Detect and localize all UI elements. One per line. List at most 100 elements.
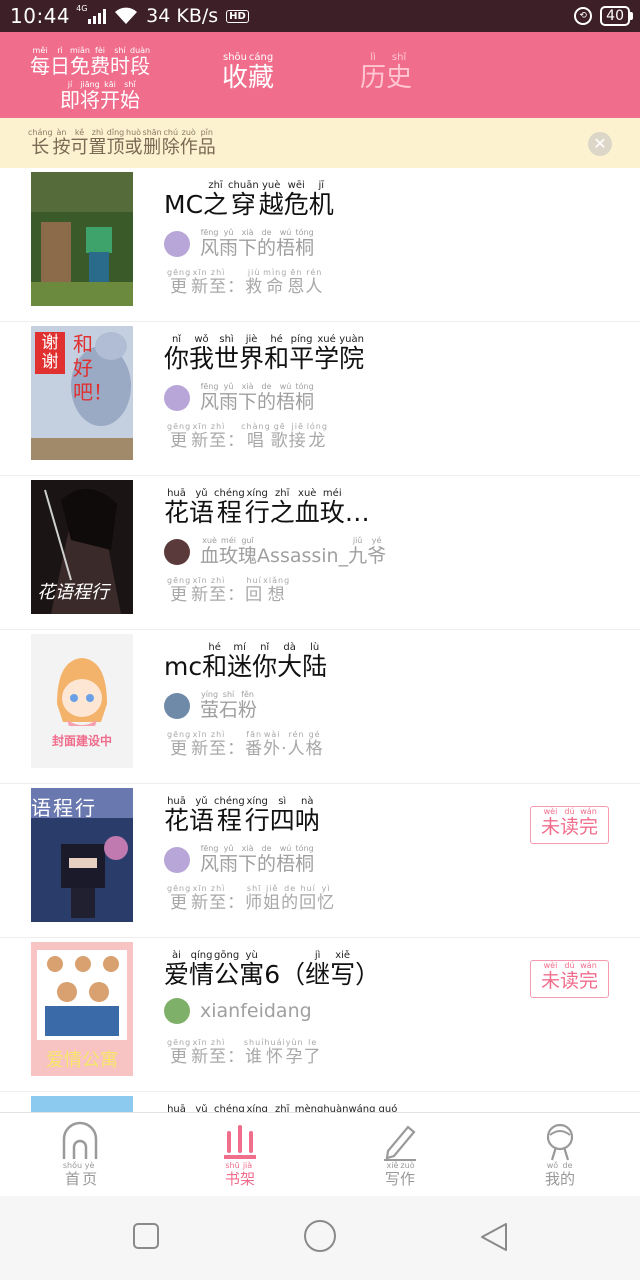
tab-label-char: 将jiāng xyxy=(80,80,100,112)
unread-badge: 未wèi读dú完wán xyxy=(530,806,609,844)
book-title[interactable]: MC之zhī穿chuān越yuè危wēi机jī xyxy=(164,180,334,221)
latest-chapter: 更gēng新xīn至zhì：回huí想xiǎng xyxy=(167,576,290,605)
text-segment: mc xyxy=(164,652,203,681)
title-char: 之zhī xyxy=(269,488,295,527)
unread-char: 未wèi xyxy=(540,961,560,992)
nav-bookshelf[interactable]: 书shū架jià xyxy=(200,1121,280,1189)
book-title[interactable]: 花huā语yǔ程chéng行xíng之zhī梦mèng幻huàn王wáng国gu… xyxy=(164,1104,401,1112)
author-char: 桐tóng xyxy=(295,844,315,875)
title-char: 呐nà xyxy=(294,796,320,835)
back-button[interactable] xyxy=(480,1222,508,1252)
tab-free-period[interactable]: 每měi日rì免miǎn费fèi时shí段duàn 即jí将jiāng开kāi始… xyxy=(30,46,190,114)
unread-char: 读dú xyxy=(559,807,579,838)
book-title[interactable]: 你nǐ我wǒ世shì界jiè和hé平píng学xué院yuàn xyxy=(164,334,364,375)
update-char: 至zhì xyxy=(209,576,228,605)
title-char: 陆lù xyxy=(302,642,328,681)
author-char: 石shí xyxy=(219,690,239,721)
tab-label-char: 开kāi xyxy=(100,80,120,112)
book-author: 风fēng雨yǔ下xià的de梧wú桐tóng xyxy=(164,228,314,260)
book-title[interactable]: 花huā语yǔ程chéng行xíng四sì呐nà xyxy=(164,796,320,837)
bottom-nav: 首shǒu页yè 书shū架jià 写xiě作zuò 我wǒ的de xyxy=(0,1112,640,1196)
latest-chapter: 更gēng新xīn至zhì：救jiù命mìng恩ēn人rén xyxy=(167,268,323,297)
status-bar: 10:44 4G 34 KB/s HD ⟲ 40 xyxy=(0,0,640,32)
book-title[interactable]: 爱ài情qíng公gōng寓yù6（继jì写xiě） xyxy=(164,950,380,991)
author-name: 血xuè玫méi瑰guīAssassin_九jiǔ爷yé xyxy=(200,536,386,568)
latest-chapter: 更gēng新xīn至zhì：谁shuí怀huái孕yùn了le xyxy=(167,1038,322,1067)
update-char: 姐jiě xyxy=(263,884,282,913)
update-char: 师shī xyxy=(245,884,264,913)
update-char: 外wài xyxy=(263,730,282,759)
close-icon[interactable]: ✕ xyxy=(588,132,612,156)
book-item[interactable]: 语程行 花huā语yǔ程chéng行xíng四sì呐nà 风fēng雨yǔ下xià的… xyxy=(0,784,640,938)
text-segment: ： xyxy=(227,1047,246,1067)
title-char: 界jiè xyxy=(239,334,265,373)
tab-history[interactable]: 历lì史shǐ xyxy=(360,52,412,94)
book-cover[interactable]: 花语程行 xyxy=(31,480,133,614)
title-char: 血xuè xyxy=(294,488,320,527)
unread-char: 完wán xyxy=(579,807,599,838)
nav-label-char: 的de xyxy=(560,1161,576,1188)
text-segment: xianfeidang xyxy=(200,1000,312,1022)
nav-profile[interactable]: 我wǒ的de xyxy=(520,1121,600,1189)
update-char: 番fān xyxy=(245,730,264,759)
text-segment: ： xyxy=(227,585,246,605)
book-item[interactable]: 爱情公寓 爱ài情qíng公gōng寓yù6（继jì写xiě） xianfeidan… xyxy=(0,938,640,1092)
title-char: 语yǔ xyxy=(189,796,215,835)
nav-label-char: 写xiě xyxy=(384,1161,400,1188)
author-char: 桐tóng xyxy=(295,228,315,259)
update-char: 更gēng xyxy=(167,576,192,605)
title-char: 和hé xyxy=(264,334,290,373)
tip-char: 除chú xyxy=(161,127,180,158)
author-char: 爷yé xyxy=(367,536,387,567)
nav-label: 首shǒu页yè xyxy=(40,1161,120,1189)
home-icon xyxy=(40,1121,120,1161)
book-item[interactable]: 花huā语yǔ程chéng行xíng之zhī梦mèng幻huàn王wáng国gu… xyxy=(0,1092,640,1112)
author-char: 梧wú xyxy=(276,228,296,259)
tip-char: 可kě xyxy=(70,127,89,158)
cover-text: 语程行 xyxy=(31,796,97,820)
tab-label-char: 每měi xyxy=(30,46,50,78)
tip-char: 按àn xyxy=(52,127,71,158)
book-cover[interactable] xyxy=(31,172,133,306)
avatar xyxy=(164,539,190,565)
update-char: 回huí xyxy=(299,884,318,913)
update-char: 怀huái xyxy=(264,1038,286,1067)
title-char: 和hé xyxy=(202,642,228,681)
nav-write[interactable]: 写xiě作zuò xyxy=(360,1121,440,1189)
book-cover[interactable] xyxy=(31,1096,133,1112)
text-segment: MC xyxy=(164,190,204,219)
update-char: 人rén xyxy=(287,730,306,759)
pen-icon xyxy=(360,1121,440,1161)
update-char: 了le xyxy=(303,1038,322,1067)
title-char: 爱ài xyxy=(164,950,190,989)
text-segment: （ xyxy=(280,960,306,989)
book-item[interactable]: 花语程行 花huā语yǔ程chéng行xíng之zhī血xuè玫méi… 血xuè玫… xyxy=(0,476,640,630)
tab-favorites[interactable]: 收shōu藏cáng xyxy=(222,52,274,94)
system-nav-bar xyxy=(0,1196,640,1280)
author-name: 风fēng雨yǔ下xià的de梧wú桐tóng xyxy=(200,382,314,414)
book-title[interactable]: 花huā语yǔ程chéng行xíng之zhī血xuè玫méi… xyxy=(164,488,370,529)
book-item[interactable]: 谢谢 和好吧！ 你nǐ我wǒ世shì界jiè和hé平píng学xué院yuàn 风fē… xyxy=(0,322,640,476)
book-cover[interactable]: 谢谢 和好吧！ xyxy=(31,326,133,460)
recents-button[interactable] xyxy=(132,1222,160,1250)
book-cover[interactable]: 爱情公寓 xyxy=(31,942,133,1076)
update-char: 命mìng xyxy=(263,268,288,297)
title-char: 你nǐ xyxy=(252,642,278,681)
nav-label-char: 架jià xyxy=(240,1161,256,1188)
title-char: 寓yù xyxy=(239,950,265,989)
author-char: 血xuè xyxy=(200,536,220,567)
book-item[interactable]: MC之zhī穿chuān越yuè危wēi机jī 风fēng雨yǔ下xià的de梧w… xyxy=(0,168,640,322)
book-cover[interactable]: 封面建设中 xyxy=(31,634,133,768)
update-char: 更gēng xyxy=(167,268,192,297)
book-title[interactable]: mc和hé迷mí你nǐ大dà陆lù xyxy=(164,642,327,683)
author-char: 雨yǔ xyxy=(219,844,239,875)
nav-home[interactable]: 首shǒu页yè xyxy=(40,1121,120,1189)
nav-label-char: 书shū xyxy=(224,1161,240,1188)
tab-label-char: 即jí xyxy=(60,80,80,112)
home-button[interactable] xyxy=(302,1218,338,1254)
update-char: 救jiù xyxy=(245,268,264,297)
book-cover[interactable]: 语程行 xyxy=(31,788,133,922)
book-item[interactable]: 封面建设中 mc和hé迷mí你nǐ大dà陆lù 萤yíng石shí粉fěn 更gēng… xyxy=(0,630,640,784)
author-name: 风fēng雨yǔ下xià的de梧wú桐tóng xyxy=(200,844,314,876)
title-char: 越yuè xyxy=(258,180,284,219)
